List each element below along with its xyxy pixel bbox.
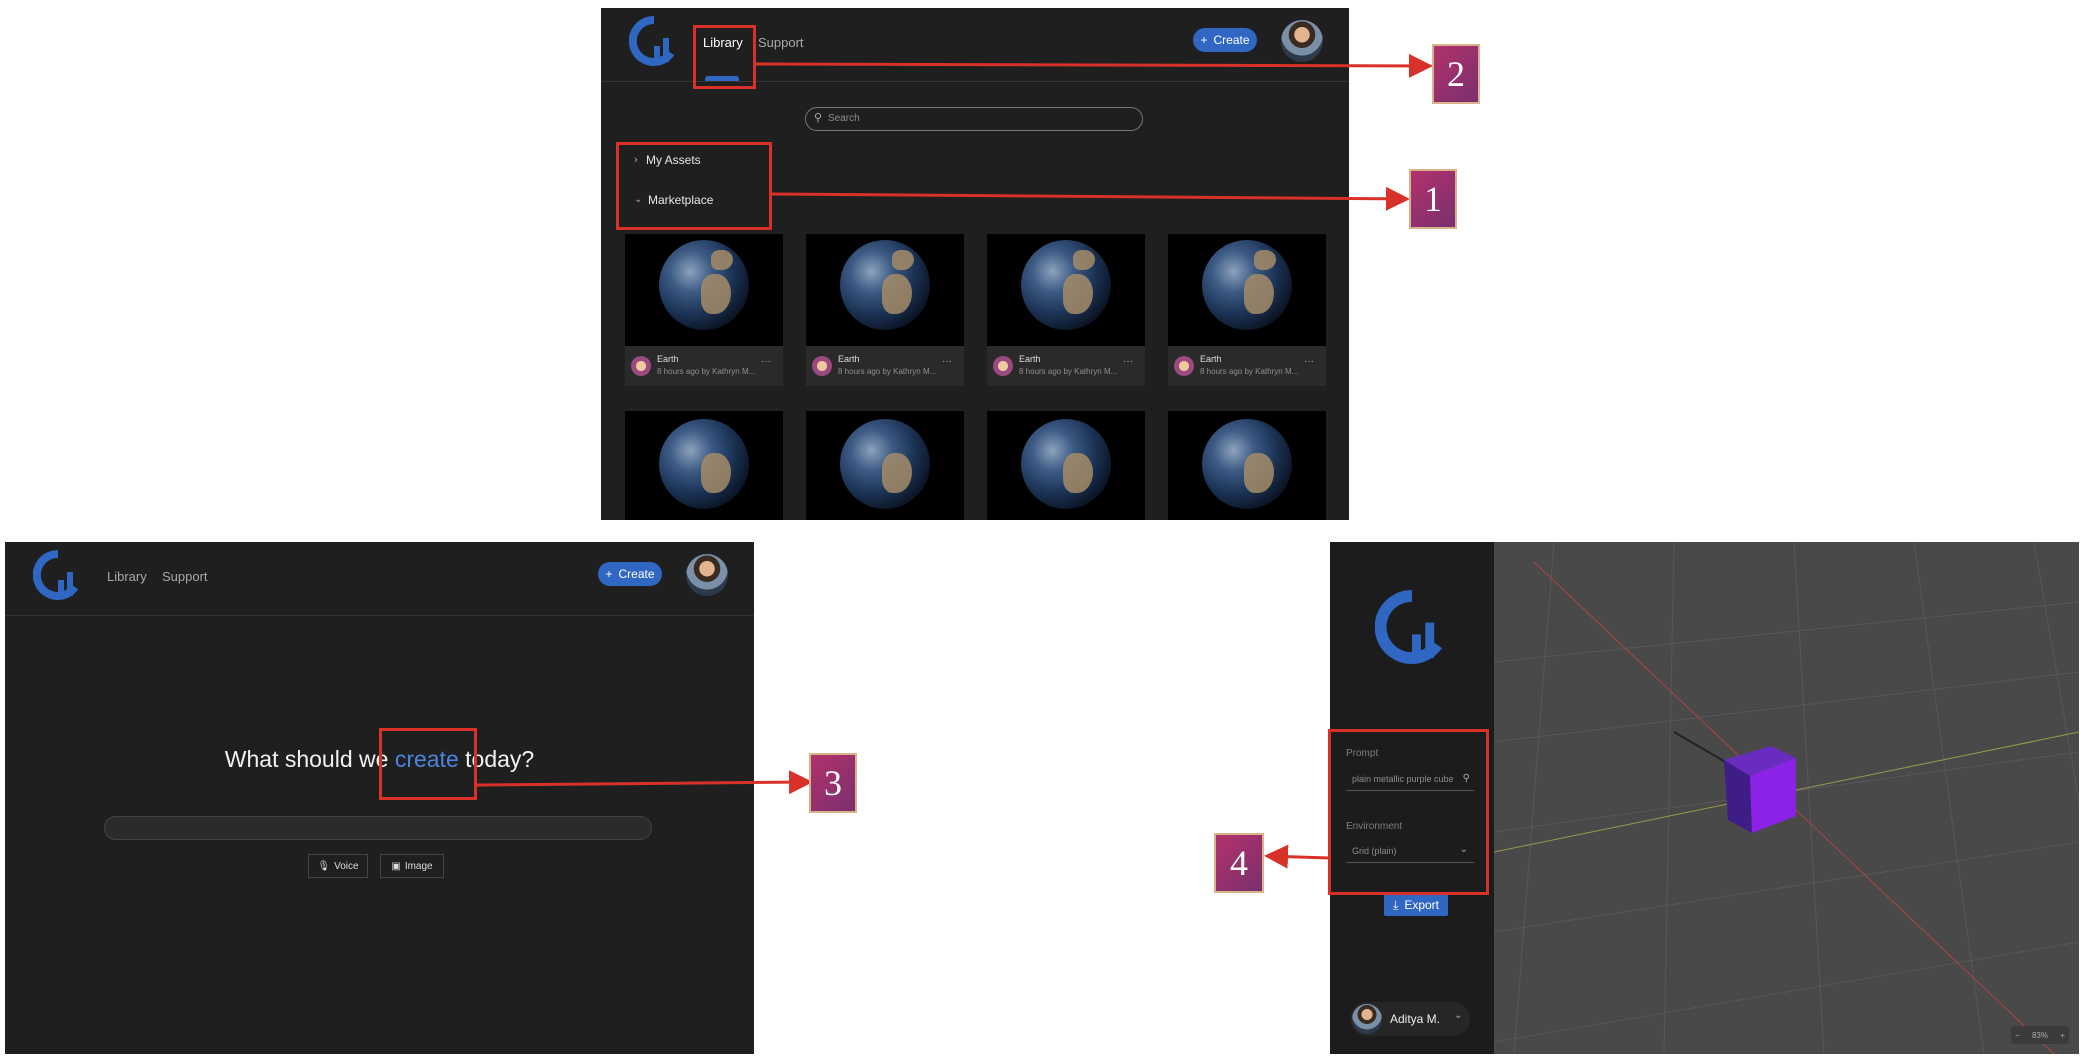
asset-meta: Earth 8 hours ago by Kathryn M... ··· (806, 346, 964, 386)
more-options-icon[interactable]: ··· (942, 356, 952, 367)
callout-box-sections (616, 142, 772, 230)
asset-subtitle: 8 hours ago by Kathryn M... (657, 367, 756, 376)
plus-icon: + (1200, 33, 1208, 47)
more-options-icon[interactable]: ··· (1304, 356, 1314, 367)
voice-button-label: Voice (334, 860, 359, 872)
asset-thumbnail[interactable] (987, 411, 1145, 520)
asset-thumbnail (987, 234, 1145, 346)
microphone-icon: 🎙 (317, 860, 331, 872)
callout-number-2: 2 (1432, 44, 1480, 104)
export-button[interactable]: ⤓ Export (1384, 894, 1448, 916)
zoom-level: 83% (2031, 1030, 2048, 1040)
search-icon: ⚲ (814, 112, 823, 124)
image-button-label: Image (404, 860, 433, 872)
earth-globe (1202, 240, 1292, 330)
more-options-icon[interactable]: ··· (761, 356, 771, 367)
create-button-label: Create (618, 567, 655, 581)
asset-meta: Earth 8 hours ago by Kathryn M... ··· (1168, 346, 1326, 386)
asset-thumbnail[interactable] (806, 411, 964, 520)
asset-subtitle: 8 hours ago by Kathryn M... (1019, 367, 1118, 376)
asset-thumbnail[interactable] (625, 411, 783, 520)
asset-meta: Earth 8 hours ago by Kathryn M... ··· (987, 346, 1145, 386)
earth-globe (659, 419, 749, 509)
image-icon: ▣ (391, 860, 401, 872)
purple-cube (1724, 746, 1796, 833)
nav-library[interactable]: Library (107, 569, 147, 584)
prompt-input[interactable] (104, 816, 652, 840)
3d-viewport[interactable]: − 83% + (1494, 542, 2079, 1054)
earth-globe (1021, 419, 1111, 509)
asset-card[interactable]: Earth 8 hours ago by Kathryn M... ··· (1168, 234, 1326, 386)
callout-number-3: 3 (809, 753, 857, 813)
callout-box-library-tab (693, 25, 756, 89)
create-button[interactable]: + Create (598, 562, 662, 586)
asset-thumbnail (1168, 234, 1326, 346)
asset-card[interactable]: Earth 8 hours ago by Kathryn M... ··· (987, 234, 1145, 386)
user-name: Aditya M. (1390, 1012, 1441, 1026)
nav-support[interactable]: Support (758, 35, 804, 50)
callout-box-create-word (379, 728, 477, 800)
asset-thumbnail (806, 234, 964, 346)
earth-globe (840, 419, 930, 509)
user-menu[interactable]: Aditya M. ⌄ (1350, 1002, 1470, 1036)
asset-card[interactable]: Earth 8 hours ago by Kathryn M... ··· (806, 234, 964, 386)
asset-subtitle: 8 hours ago by Kathryn M... (838, 367, 937, 376)
chevron-down-icon: ⌄ (1454, 1010, 1463, 1021)
zoom-out-icon[interactable]: − (2015, 1031, 2020, 1040)
zoom-in-icon[interactable]: + (2060, 1031, 2065, 1040)
export-button-label: Export (1404, 898, 1439, 912)
more-options-icon[interactable]: ··· (1123, 356, 1133, 367)
asset-title: Earth (1019, 354, 1041, 364)
earth-globe (1021, 240, 1111, 330)
asset-thumbnail[interactable] (1168, 411, 1326, 520)
nav-support[interactable]: Support (162, 569, 208, 584)
avatar (1352, 1004, 1382, 1034)
create-button-label: Create (1213, 33, 1250, 47)
asset-meta: Earth 8 hours ago by Kathryn M... ··· (625, 346, 783, 386)
asset-title: Earth (1200, 354, 1222, 364)
avatar[interactable] (1281, 20, 1323, 62)
earth-globe (1202, 419, 1292, 509)
callout-box-prompt-environment (1328, 729, 1489, 895)
plus-icon: + (605, 567, 613, 581)
asset-title: Earth (657, 354, 679, 364)
author-avatar (812, 356, 832, 376)
voice-button[interactable]: 🎙 Voice (308, 854, 368, 878)
zoom-control[interactable]: − 83% + (2011, 1026, 2069, 1044)
asset-subtitle: 8 hours ago by Kathryn M... (1200, 367, 1299, 376)
search-input[interactable]: ⚲ Search (805, 107, 1143, 131)
asset-card[interactable]: Earth 8 hours ago by Kathryn M... ··· (625, 234, 783, 386)
search-placeholder: Search (828, 113, 860, 124)
author-avatar (631, 356, 651, 376)
author-avatar (993, 356, 1013, 376)
callout-number-4: 4 (1214, 833, 1264, 893)
app-logo[interactable] (1375, 590, 1449, 664)
download-icon: ⤓ (1393, 897, 1399, 912)
asset-title: Earth (838, 354, 860, 364)
avatar[interactable] (686, 554, 728, 596)
author-avatar (1174, 356, 1194, 376)
earth-globe (840, 240, 930, 330)
earth-globe (659, 240, 749, 330)
heading-text-before: What should we (224, 746, 389, 772)
header-divider (5, 615, 754, 616)
app-logo[interactable] (629, 16, 679, 66)
image-button[interactable]: ▣ Image (380, 854, 444, 878)
asset-thumbnail (625, 234, 783, 346)
app-logo[interactable] (33, 550, 83, 600)
callout-number-1: 1 (1409, 169, 1457, 229)
create-button[interactable]: + Create (1193, 28, 1257, 52)
